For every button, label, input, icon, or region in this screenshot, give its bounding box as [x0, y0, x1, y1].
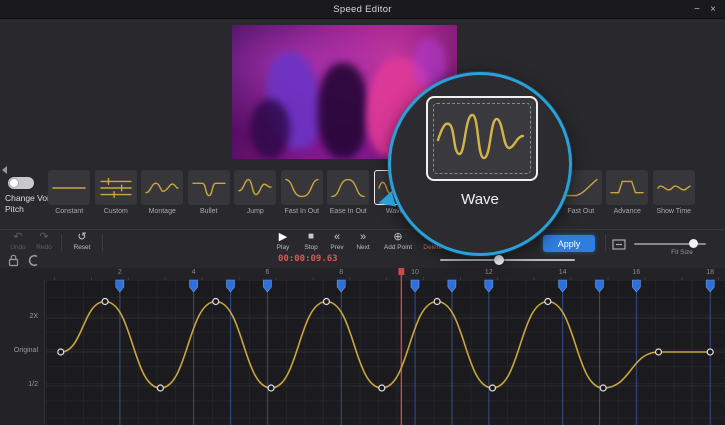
- current-time: 00:00:09.63: [278, 254, 338, 264]
- apply-button[interactable]: Apply: [543, 235, 595, 252]
- preview-slider-knob[interactable]: [494, 255, 504, 265]
- ruler-tick-10: 10: [411, 269, 419, 276]
- preset-curve-icon: [234, 170, 276, 205]
- reset-icon: ↺: [66, 232, 98, 244]
- add-point-button[interactable]: ⊕ Add Point: [378, 232, 418, 252]
- dancer-figure: [318, 63, 368, 159]
- preset-custom[interactable]: Custom: [93, 170, 140, 222]
- preset-label: Fast In Out: [279, 208, 326, 215]
- axis-label-2x: 2X: [29, 313, 38, 320]
- ruler-tick-4: 4: [192, 269, 196, 276]
- ruler-tick-8: 8: [339, 269, 343, 276]
- prev-icon: «: [324, 232, 350, 244]
- fit-size-label: Fit Size: [652, 249, 712, 256]
- dancer-figure: [250, 99, 290, 159]
- preview-slider[interactable]: [440, 259, 575, 261]
- axis-label-half: 1/2: [28, 381, 38, 388]
- preset-curve-icon: [141, 170, 183, 205]
- ruler-tick-6: 6: [265, 269, 269, 276]
- toggle-knob: [9, 178, 19, 188]
- preset-label: Bullet: [186, 208, 233, 215]
- preset-advance[interactable]: Advance: [604, 170, 651, 222]
- fit-size-icon[interactable]: [612, 237, 626, 255]
- preset-ease-in-out[interactable]: Ease In Out: [325, 170, 372, 222]
- preset-curve-icon: [95, 170, 137, 205]
- preset-bullet[interactable]: Bullet: [186, 170, 233, 222]
- undo-button[interactable]: ↶ Undo: [4, 232, 32, 252]
- undo-icon: ↶: [4, 232, 32, 244]
- ruler-tick-12: 12: [485, 269, 493, 276]
- ruler-tick-18: 18: [706, 269, 714, 276]
- magnified-wave-preset: [426, 96, 538, 181]
- stop-icon: ■: [298, 232, 324, 244]
- preset-curve-icon: [653, 170, 695, 205]
- preset-jump[interactable]: Jump: [232, 170, 279, 222]
- preset-curve-icon: [188, 170, 230, 205]
- stop-button[interactable]: ■ Stop: [298, 232, 324, 252]
- preset-label: Advance: [604, 208, 651, 215]
- redo-button[interactable]: ↷ Redo: [30, 232, 58, 252]
- preset-label: Fast Out: [558, 208, 605, 215]
- preset-label: Jump: [232, 208, 279, 215]
- ruler-tick-2: 2: [118, 269, 122, 276]
- toolbar-divider: [102, 234, 103, 251]
- preset-label: Montage: [139, 208, 186, 215]
- speed-axis: 2X Original 1/2: [0, 280, 45, 425]
- ruler-tick-16: 16: [632, 269, 640, 276]
- preset-show-time[interactable]: Show Time: [651, 170, 698, 222]
- preset-curve-icon: [48, 170, 90, 205]
- next-icon: »: [350, 232, 376, 244]
- minimize-icon[interactable]: −: [689, 4, 705, 15]
- ruler-tick-14: 14: [559, 269, 567, 276]
- curve-editor-canvas[interactable]: [45, 280, 725, 425]
- play-icon: ▶: [270, 232, 296, 244]
- fit-size-slider-knob[interactable]: [689, 239, 698, 248]
- play-button[interactable]: ▶ Play: [270, 232, 296, 252]
- axis-label-original: Original: [14, 347, 38, 354]
- magnifier-label: Wave: [391, 191, 569, 208]
- next-button[interactable]: » Next: [350, 232, 376, 252]
- toolbar-divider: [61, 234, 62, 251]
- redo-icon: ↷: [30, 232, 58, 244]
- preset-label: Constant: [46, 208, 93, 215]
- preset-montage[interactable]: Montage: [139, 170, 186, 222]
- preset-label: Ease In Out: [325, 208, 372, 215]
- toolbar-divider: [605, 234, 606, 251]
- window-title: Speed Editor: [0, 4, 725, 15]
- speed-editor-window: Speed Editor − × Change Voice Pitch Cons…: [0, 0, 725, 425]
- preset-curve-icon: [327, 170, 369, 205]
- preset-fast-in-out[interactable]: Fast In Out: [279, 170, 326, 222]
- preset-label: Custom: [93, 208, 140, 215]
- voice-pitch-toggle[interactable]: [8, 177, 34, 189]
- magnifier-callout: Wave: [388, 72, 572, 256]
- preset-curve-icon: [281, 170, 323, 205]
- prev-button[interactable]: « Prev: [324, 232, 350, 252]
- add-point-icon: ⊕: [378, 232, 418, 244]
- preset-curve-icon: [606, 170, 648, 205]
- collapse-arrow-icon[interactable]: [2, 166, 7, 174]
- close-icon[interactable]: ×: [705, 4, 721, 15]
- preset-label: Show Time: [651, 208, 698, 215]
- reset-button[interactable]: ↺ Reset: [66, 232, 98, 252]
- titlebar: Speed Editor − ×: [0, 0, 725, 19]
- preset-constant[interactable]: Constant: [46, 170, 93, 222]
